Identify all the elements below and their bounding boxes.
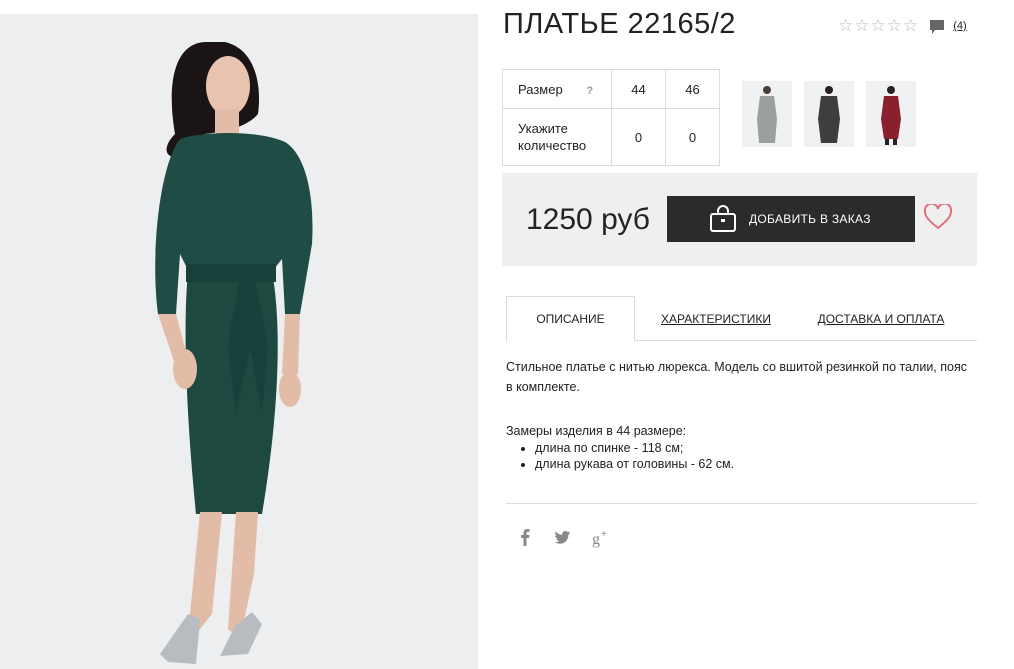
product-rating[interactable]: ☆ ☆ ☆ ☆ ☆ (4)	[838, 16, 967, 36]
thumb-dark-grey-dress[interactable]	[804, 81, 854, 147]
thumb-light-grey-dress[interactable]	[742, 81, 792, 147]
measurements-title: Замеры изделия в 44 размере:	[506, 424, 687, 438]
size-46-cell: 46	[665, 69, 720, 109]
size-label-cell: Размер ?	[502, 69, 612, 109]
product-description: Стильное платье с нитью люрекса. Модель …	[506, 360, 967, 394]
qty-label: Укажите количество	[502, 108, 612, 166]
tab-delivery-payment-label: ДОСТАВКА И ОПЛАТА	[817, 311, 945, 326]
size-help-icon[interactable]: ?	[586, 85, 593, 97]
thumb-burgundy-dress[interactable]	[866, 81, 916, 147]
divider	[506, 503, 977, 504]
tab-description-label: ОПИСАНИЕ	[536, 312, 605, 326]
heart-icon[interactable]	[923, 202, 953, 235]
size-44-cell: 44	[611, 69, 666, 109]
add-to-order-label: ДОБАВИТЬ В ЗАКАЗ	[749, 212, 871, 226]
reviews-count-link[interactable]: (4)	[953, 20, 966, 32]
twitter-icon[interactable]	[555, 528, 571, 551]
tab-description[interactable]: ОПИСАНИЕ	[506, 296, 635, 342]
product-tabs: ОПИСАНИЕ ХАРАКТЕРИСТИКИ ДОСТАВКА И ОПЛАТ…	[506, 296, 977, 342]
tab-characteristics[interactable]: ХАРАКТЕРИСТИКИ	[656, 296, 776, 341]
list-item: длина рукава от головины - 62 см.	[535, 456, 976, 472]
product-photo[interactable]	[0, 14, 478, 669]
price-box: 1250 руб ДОБАВИТЬ В ЗАКАЗ	[502, 173, 977, 266]
svg-text:g: g	[592, 531, 600, 548]
product-price: 1250 руб	[526, 203, 650, 236]
facebook-icon[interactable]	[519, 528, 531, 551]
google-plus-icon[interactable]: g +	[592, 528, 610, 553]
size-label: Размер	[518, 81, 563, 97]
product-title: ПЛАТЬЕ 22165/2	[503, 8, 736, 40]
measurements-block: Замеры изделия в 44 размере: длина по сп…	[506, 422, 976, 472]
qty-44-input[interactable]: 0	[611, 108, 666, 166]
star-icon[interactable]: ☆	[887, 16, 902, 36]
star-icon[interactable]: ☆	[854, 16, 869, 36]
measurements-list: длина по спинке - 118 см; длина рукава о…	[506, 440, 976, 472]
star-icon[interactable]: ☆	[838, 16, 853, 36]
star-icon[interactable]: ☆	[871, 16, 886, 36]
comment-icon[interactable]	[929, 19, 945, 34]
star-icon[interactable]: ☆	[903, 16, 918, 36]
add-to-order-button[interactable]: ДОБАВИТЬ В ЗАКАЗ	[667, 196, 915, 242]
tab-delivery-payment[interactable]: ДОСТАВКА И ОПЛАТА	[811, 296, 951, 341]
list-item: длина по спинке - 118 см;	[535, 440, 976, 456]
tab-characteristics-label: ХАРАКТЕРИСТИКИ	[660, 311, 771, 326]
qty-46-input[interactable]: 0	[665, 108, 720, 166]
size-table: Размер ? 44 46 Укажите количество 0 0	[502, 69, 720, 166]
model-in-dress-image	[155, 42, 313, 664]
svg-text:+: +	[601, 529, 607, 540]
shopping-bag-icon	[709, 205, 737, 236]
